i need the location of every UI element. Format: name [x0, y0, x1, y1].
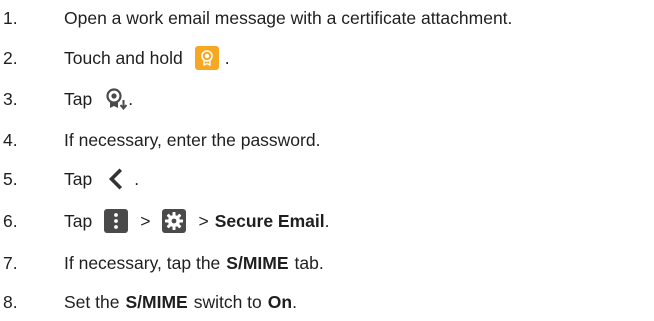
step-text: Set the [64, 291, 120, 312]
step-3: 3. Tap . [0, 84, 654, 114]
step-text: Open a work email message with a certifi… [64, 7, 513, 28]
step-number: 1. [3, 7, 18, 28]
step-text: . [224, 47, 230, 68]
step-text: If necessary, tap the [64, 252, 221, 273]
step-number: 4. [3, 129, 18, 150]
step-6: 6. Tap > > Secure Email . [0, 206, 654, 236]
step-text: . [324, 210, 330, 231]
step-text: . [292, 291, 297, 312]
step-number: 8. [3, 291, 18, 312]
step-text: . [134, 168, 140, 189]
step-2: 2. Touch and hold . [0, 43, 654, 73]
back-arrow-icon [104, 167, 128, 191]
step-text: If necessary, enter the password. [64, 129, 321, 150]
certificate-icon [194, 46, 219, 70]
step-7: 7. If necessary, tap the S/MIME tab. [0, 248, 654, 278]
step-text: Tap [64, 210, 93, 231]
import-certificate-icon [104, 87, 128, 111]
step-text: Touch and hold [64, 47, 183, 68]
step-text: switch to [193, 291, 262, 312]
more-menu-icon [104, 209, 129, 233]
step-number: 3. [3, 88, 18, 109]
settings-gear-icon [162, 209, 187, 233]
separator: > [198, 210, 209, 231]
step-number: 7. [3, 252, 18, 273]
step-number: 5. [3, 168, 18, 189]
tab-name: S/MIME [226, 252, 289, 273]
switch-state: On [267, 291, 293, 312]
step-text: Tap [64, 168, 93, 189]
step-number: 6. [3, 210, 18, 231]
switch-name: S/MIME [125, 291, 188, 312]
step-8: 8. Set the S/MIME switch to On . [0, 287, 654, 317]
step-5: 5. Tap . [0, 164, 654, 194]
menu-item-name: Secure Email [214, 210, 325, 231]
step-4: 4. If necessary, enter the password. [0, 125, 654, 155]
step-number: 2. [3, 47, 18, 68]
separator: > [140, 210, 151, 231]
step-1: 1. Open a work email message with a cert… [0, 3, 654, 33]
step-text: Tap [64, 88, 93, 109]
step-text: tab. [294, 252, 324, 273]
step-text: . [128, 88, 134, 109]
